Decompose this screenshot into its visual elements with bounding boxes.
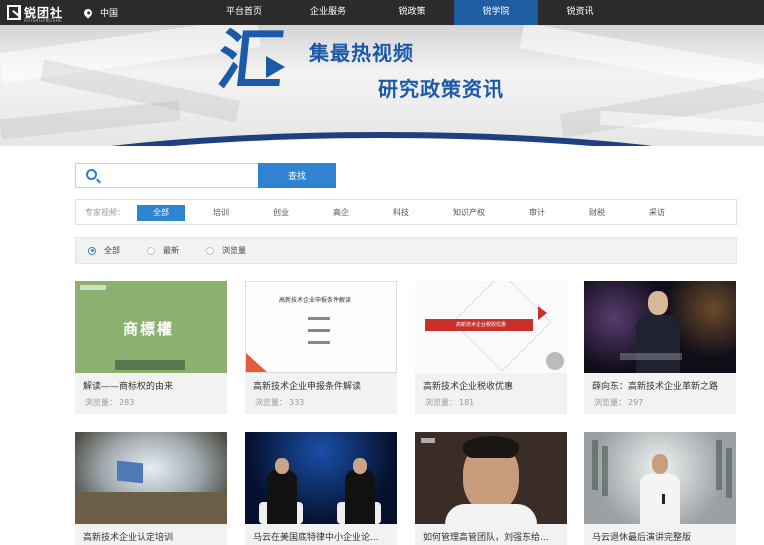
video-title[interactable]: 高新技术企业税收优惠 [423, 379, 513, 392]
category-tax[interactable]: 财税 [573, 205, 621, 221]
logo-mark-icon [7, 5, 21, 20]
sort-option-label: 最新 [163, 246, 179, 255]
video-thumbnail[interactable] [415, 432, 567, 524]
category-training[interactable]: 培训 [197, 205, 245, 221]
sort-option-latest[interactable]: 最新 [147, 245, 179, 256]
brand-logo[interactable]: 锐团社 RUISHUANGSHE [7, 4, 64, 23]
search-icon [86, 169, 97, 180]
hero-banner: 汇 集最热视频 研究政策资讯 [0, 25, 764, 146]
video-views: 浏览量： 297 [594, 398, 644, 407]
category-startup[interactable]: 创业 [257, 205, 305, 221]
video-card[interactable]: 高新技术企业税收优惠 高新技术企业税收优惠 浏览量： 181 [415, 281, 567, 414]
video-title[interactable]: 解读——商标权的由来 [83, 379, 173, 392]
nav-item-news[interactable]: 锐资讯 [538, 0, 622, 25]
video-views: 浏览量： 333 [255, 398, 305, 407]
video-views: 浏览量： 283 [85, 398, 135, 407]
thumbnail-caption: 商標權 [123, 320, 175, 338]
location-pin-icon [82, 6, 94, 19]
video-card[interactable]: 高新技术企业认定培训 [75, 432, 227, 545]
category-interview[interactable]: 采访 [633, 205, 681, 221]
video-thumbnail[interactable]: 高新技术企业税收优惠 [415, 281, 567, 373]
video-card[interactable]: 商標權 解读——商标权的由来 浏览量： 283 [75, 281, 227, 414]
sort-option-all[interactable]: 全部 [88, 245, 120, 256]
category-ip[interactable]: 知识产权 [441, 205, 497, 221]
video-card[interactable]: 马云在美国底特律中小企业论... [245, 432, 397, 545]
video-title[interactable]: 如何管理高管团队，刘强东给... [423, 530, 549, 543]
video-thumbnail[interactable]: 商標權 [75, 281, 227, 373]
category-all[interactable]: 全部 [137, 205, 185, 221]
category-audit[interactable]: 审计 [513, 205, 561, 221]
filter-label: 专家视频： [85, 208, 125, 217]
thumbnail-caption: 高新技术企业申报条件解读 [279, 297, 352, 304]
video-thumbnail[interactable]: 高新技术企业申报条件解读 [245, 281, 397, 373]
brand-name: 锐团社 [24, 5, 64, 20]
category-high-tech[interactable]: 高企 [317, 205, 365, 221]
nav-item-enterprise-service[interactable]: 企业服务 [286, 0, 370, 25]
video-title[interactable]: 高新技术企业申报条件解读 [253, 379, 361, 392]
video-views: 浏览量： 181 [425, 398, 475, 407]
top-nav: 锐团社 RUISHUANGSHE 中国 平台首页 企业服务 锐政策 锐学院 锐资… [0, 0, 764, 25]
video-card[interactable]: 马云退休最后演讲完整版 [584, 432, 736, 545]
radio-selected-icon [88, 246, 96, 255]
video-card[interactable]: 高新技术企业申报条件解读 高新技术企业申报条件解读 浏览量： 333 [245, 281, 397, 414]
video-thumbnail[interactable] [584, 432, 736, 524]
video-title[interactable]: 马云退休最后演讲完整版 [592, 530, 691, 543]
thumbnail-caption: 高新技术企业税收优惠 [456, 322, 507, 328]
video-title[interactable]: 马云在美国底特律中小企业论... [253, 530, 379, 543]
sort-bar: 全部 最新 浏览量 [75, 237, 737, 264]
banner-line-2: 研究政策资讯 [378, 77, 504, 101]
location-selector[interactable]: 中国 [82, 6, 119, 19]
video-thumbnail[interactable] [245, 432, 397, 524]
video-thumbnail[interactable] [584, 281, 736, 373]
sort-option-label: 浏览量 [222, 246, 246, 255]
sort-option-label: 全部 [104, 246, 120, 255]
location-label: 中国 [100, 9, 119, 19]
category-technology[interactable]: 科技 [377, 205, 425, 221]
nav-item-policy[interactable]: 锐政策 [370, 0, 454, 25]
brand-tagline: RUISHUANGSHE [24, 18, 63, 23]
radio-icon [206, 246, 214, 255]
sort-option-views[interactable]: 浏览量 [206, 245, 246, 256]
radio-icon [147, 246, 155, 255]
video-title[interactable]: 高新技术企业认定培训 [83, 530, 173, 543]
nav-item-academy[interactable]: 锐学院 [454, 0, 538, 25]
video-thumbnail[interactable] [75, 432, 227, 524]
banner-line-1: 集最热视频 [309, 41, 414, 65]
nav-item-home[interactable]: 平台首页 [202, 0, 286, 25]
search-input[interactable] [75, 163, 258, 188]
category-filter: 专家视频： 全部 培训 创业 高企 科技 知识产权 审计 财税 采访 [75, 199, 737, 225]
video-card[interactable]: 薛向东：高新技术企业革新之路 浏览量： 297 [584, 281, 736, 414]
search-button[interactable]: 查找 [258, 163, 336, 188]
video-title[interactable]: 薛向东：高新技术企业革新之路 [592, 379, 718, 392]
video-card[interactable]: 如何管理高管团队，刘强东给... [415, 432, 567, 545]
search-bar: 查找 [75, 163, 336, 188]
play-icon [266, 56, 285, 78]
